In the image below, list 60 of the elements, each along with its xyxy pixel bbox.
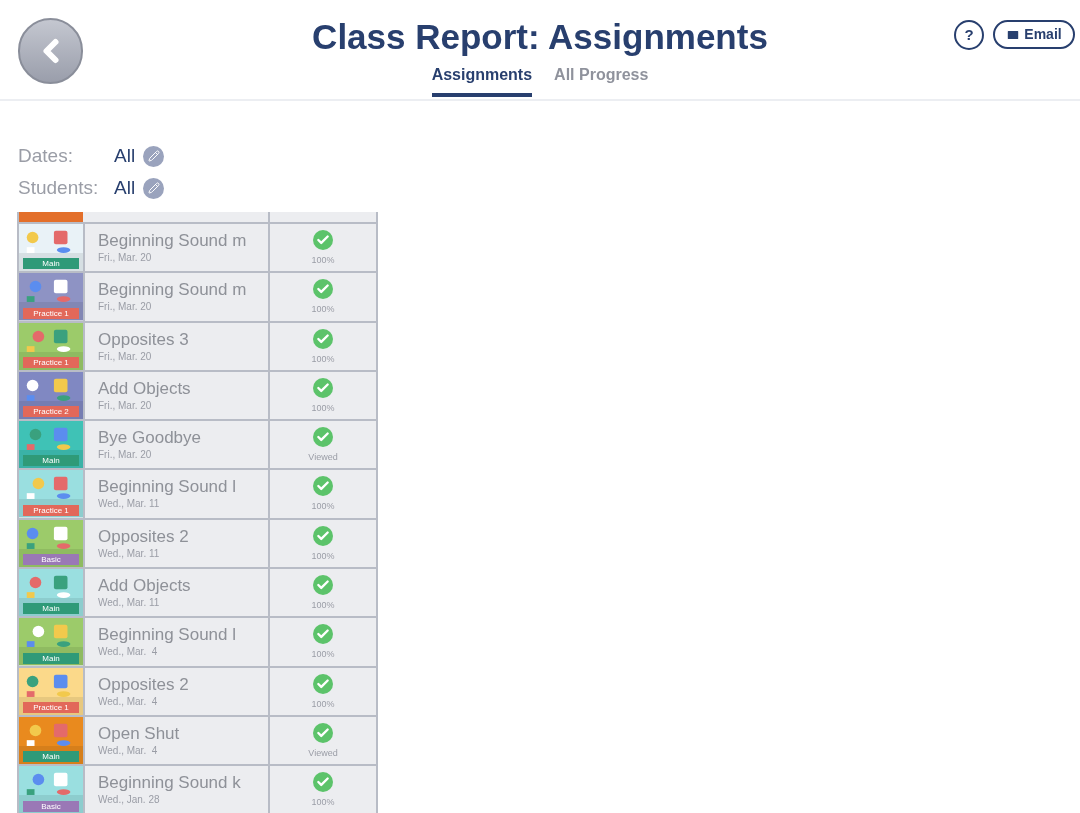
- assignment-title: Beginning Sound l: [98, 476, 237, 498]
- assignment-date: Fri., Mar. 20: [98, 300, 153, 315]
- filter-label: Dates:: [18, 143, 74, 168]
- result-text: 100%: [311, 254, 335, 267]
- assignment-title: Add Objects: [98, 575, 192, 597]
- assignment-title: Beginning Sound m: [98, 230, 248, 251]
- assignment-title: Beginning Sound l: [98, 624, 237, 646]
- level-badge: Practice 2: [23, 406, 79, 418]
- assignment-title: Opposites 2: [98, 673, 190, 695]
- result-text: 100%: [311, 648, 335, 662]
- level-badge: Main: [23, 258, 79, 270]
- result-text: 100%: [311, 352, 335, 366]
- assignment-date: Wed., Mar. 11: [98, 596, 161, 611]
- result-text: Viewed: [308, 451, 338, 465]
- thumbnail-edge: [19, 212, 83, 222]
- filter-value: All: [114, 175, 136, 200]
- result-text: 100%: [311, 697, 335, 711]
- assignment-date: Fri., Mar. 20: [98, 398, 153, 413]
- assignment-date: Fri., Mar. 20: [98, 349, 153, 364]
- level-badge: Main: [23, 455, 79, 467]
- level-badge: Basic: [23, 800, 79, 812]
- help-button[interactable]: ?: [954, 20, 984, 50]
- assignment-title: Open Shut: [98, 722, 181, 744]
- assignment-title: Add Objects: [98, 377, 192, 399]
- email-button[interactable]: Email: [993, 20, 1075, 49]
- level-badge: Practice 1: [23, 701, 79, 713]
- result-text: 100%: [311, 500, 335, 514]
- level-badge: Main: [23, 603, 79, 615]
- assignment-date: Wed., Mar. 11: [98, 497, 161, 512]
- result-text: 100%: [311, 303, 335, 317]
- assignment-date: Wed., Mar. 4: [98, 645, 159, 660]
- result-text: 100%: [311, 796, 335, 810]
- assignment-title: Opposites 2: [98, 525, 190, 547]
- filter-value: All: [114, 143, 136, 168]
- assignment-date: Wed., Jan. 28: [98, 793, 161, 808]
- level-badge: Basic: [23, 554, 79, 566]
- assignment-date: Fri., Mar. 20: [98, 251, 153, 265]
- level-badge: Practice 1: [23, 504, 79, 516]
- edit-icon[interactable]: [143, 177, 165, 199]
- assignment-title: Beginning Sound m: [98, 279, 248, 301]
- level-badge: Main: [23, 751, 79, 763]
- level-badge: Practice 1: [23, 307, 79, 319]
- assignment-title: Opposites 3: [98, 328, 190, 350]
- mail-icon: [1006, 27, 1021, 42]
- tab[interactable]: Assignments: [431, 63, 533, 97]
- result-text: Viewed: [308, 746, 338, 760]
- assignment-date: Fri., Mar. 20: [98, 448, 153, 463]
- result-text: 100%: [311, 549, 335, 563]
- assignment-date: Wed., Mar. 4: [98, 743, 159, 758]
- assignment-date: Wed., Mar. 4: [98, 694, 159, 709]
- assignment-date: Wed., Mar. 11: [98, 546, 161, 561]
- level-badge: Practice 1: [23, 356, 79, 368]
- level-badge: Main: [23, 652, 79, 664]
- page-title: Class Report: Assignments: [312, 16, 768, 58]
- filter-label: Students:: [18, 175, 100, 200]
- edit-icon[interactable]: [143, 145, 165, 167]
- assignment-title: Bye Goodbye: [98, 427, 202, 449]
- result-text: 100%: [311, 599, 335, 613]
- assignment-title: Beginning Sound k: [98, 772, 242, 794]
- result-text: 100%: [311, 401, 335, 415]
